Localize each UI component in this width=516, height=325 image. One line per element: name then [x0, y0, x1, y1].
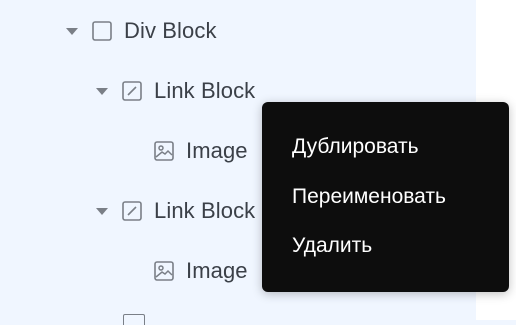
- context-menu: Дублировать Переименовать Удалить: [262, 102, 509, 292]
- tree-item-label: Link Block: [154, 198, 256, 223]
- tree-item-label: Link Block: [154, 78, 256, 103]
- tree-item-label: Image: [186, 258, 248, 283]
- tree-row-image[interactable]: Image: [128, 256, 248, 286]
- tree-item-label: Image: [186, 138, 248, 163]
- link-block-icon: [122, 201, 142, 221]
- tree-row-link-block[interactable]: Link Block: [96, 196, 255, 226]
- div-block-icon: [92, 21, 112, 41]
- menu-item-delete[interactable]: Удалить: [292, 231, 372, 261]
- tree-row-link-block[interactable]: Link Block: [96, 76, 255, 106]
- caret-down-icon[interactable]: [96, 207, 108, 215]
- image-icon: [154, 141, 174, 161]
- tree-row-image[interactable]: Image: [128, 136, 248, 166]
- tree-row-div-block[interactable]: Div Block: [66, 16, 217, 46]
- caret-down-icon[interactable]: [96, 87, 108, 95]
- menu-item-duplicate[interactable]: Дублировать: [292, 132, 419, 162]
- tree-item-label: Div Block: [124, 18, 217, 43]
- link-block-icon: [122, 81, 142, 101]
- image-icon: [154, 261, 174, 281]
- menu-item-rename[interactable]: Переименовать: [292, 182, 446, 212]
- caret-down-icon[interactable]: [66, 27, 78, 35]
